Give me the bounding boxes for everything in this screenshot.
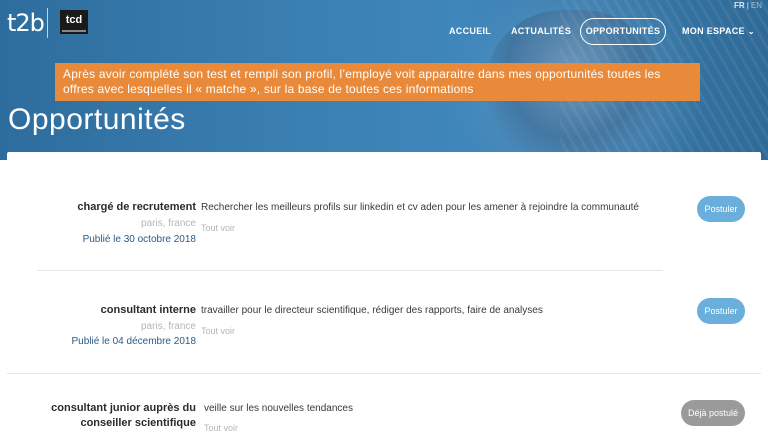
- offer-description: travailler pour le directeur scientifiqu…: [201, 305, 543, 316]
- t2b-logo-text: t2b: [7, 9, 45, 37]
- offer-date: Publié le 04 décembre 2018: [71, 336, 196, 347]
- language-switcher: FR | EN: [733, 1, 762, 10]
- offers-list: chargé de recrutement paris, france Publ…: [7, 152, 761, 432]
- t2b-logo[interactable]: t2b: [7, 9, 45, 37]
- lang-fr[interactable]: FR: [734, 1, 745, 10]
- offer-see-all-link[interactable]: Tout voir: [201, 326, 235, 336]
- row-divider: [7, 373, 761, 374]
- annotation-callout: Après avoir complété son test et rempli …: [55, 63, 700, 101]
- tcd-logo-text: tcd: [65, 14, 83, 26]
- chevron-down-icon: ⌄: [747, 27, 755, 36]
- nav-actualites[interactable]: ACTUALITÉS: [511, 26, 571, 36]
- offer-date: Publié le 30 octobre 2018: [82, 234, 196, 245]
- tcd-logo-underline: [62, 30, 86, 32]
- offer-title[interactable]: consultant interne: [101, 303, 196, 318]
- offer-see-all-link[interactable]: Tout voir: [201, 223, 235, 233]
- nav-opportunites[interactable]: OPPORTUNITÉS: [580, 18, 666, 45]
- page-title: Opportunités: [8, 103, 186, 136]
- lang-en[interactable]: EN: [751, 1, 762, 10]
- nav-mon-espace-label: MON ESPACE: [682, 26, 745, 36]
- offer-see-all-link[interactable]: Tout voir: [204, 423, 238, 432]
- nav-accueil[interactable]: ACCUEIL: [449, 26, 491, 36]
- apply-button[interactable]: Postuler: [697, 298, 745, 324]
- offer-location: paris, france: [140, 218, 196, 229]
- tcd-logo[interactable]: tcd: [60, 10, 88, 34]
- row-divider: [37, 270, 663, 271]
- apply-button[interactable]: Postuler: [697, 196, 745, 222]
- logo-divider: [47, 8, 48, 38]
- offer-description: Rechercher les meilleurs profils sur lin…: [201, 202, 639, 213]
- offer-location: paris, france: [140, 321, 196, 332]
- nav-mon-espace[interactable]: MON ESPACE ⌄: [682, 26, 755, 36]
- offer-title[interactable]: chargé de recrutement: [77, 200, 196, 215]
- already-applied-button: Déjà postulé: [681, 400, 745, 426]
- offer-description: veille sur les nouvelles tendances: [204, 403, 353, 414]
- offer-title[interactable]: consultant junior auprès du conseiller s…: [6, 401, 196, 431]
